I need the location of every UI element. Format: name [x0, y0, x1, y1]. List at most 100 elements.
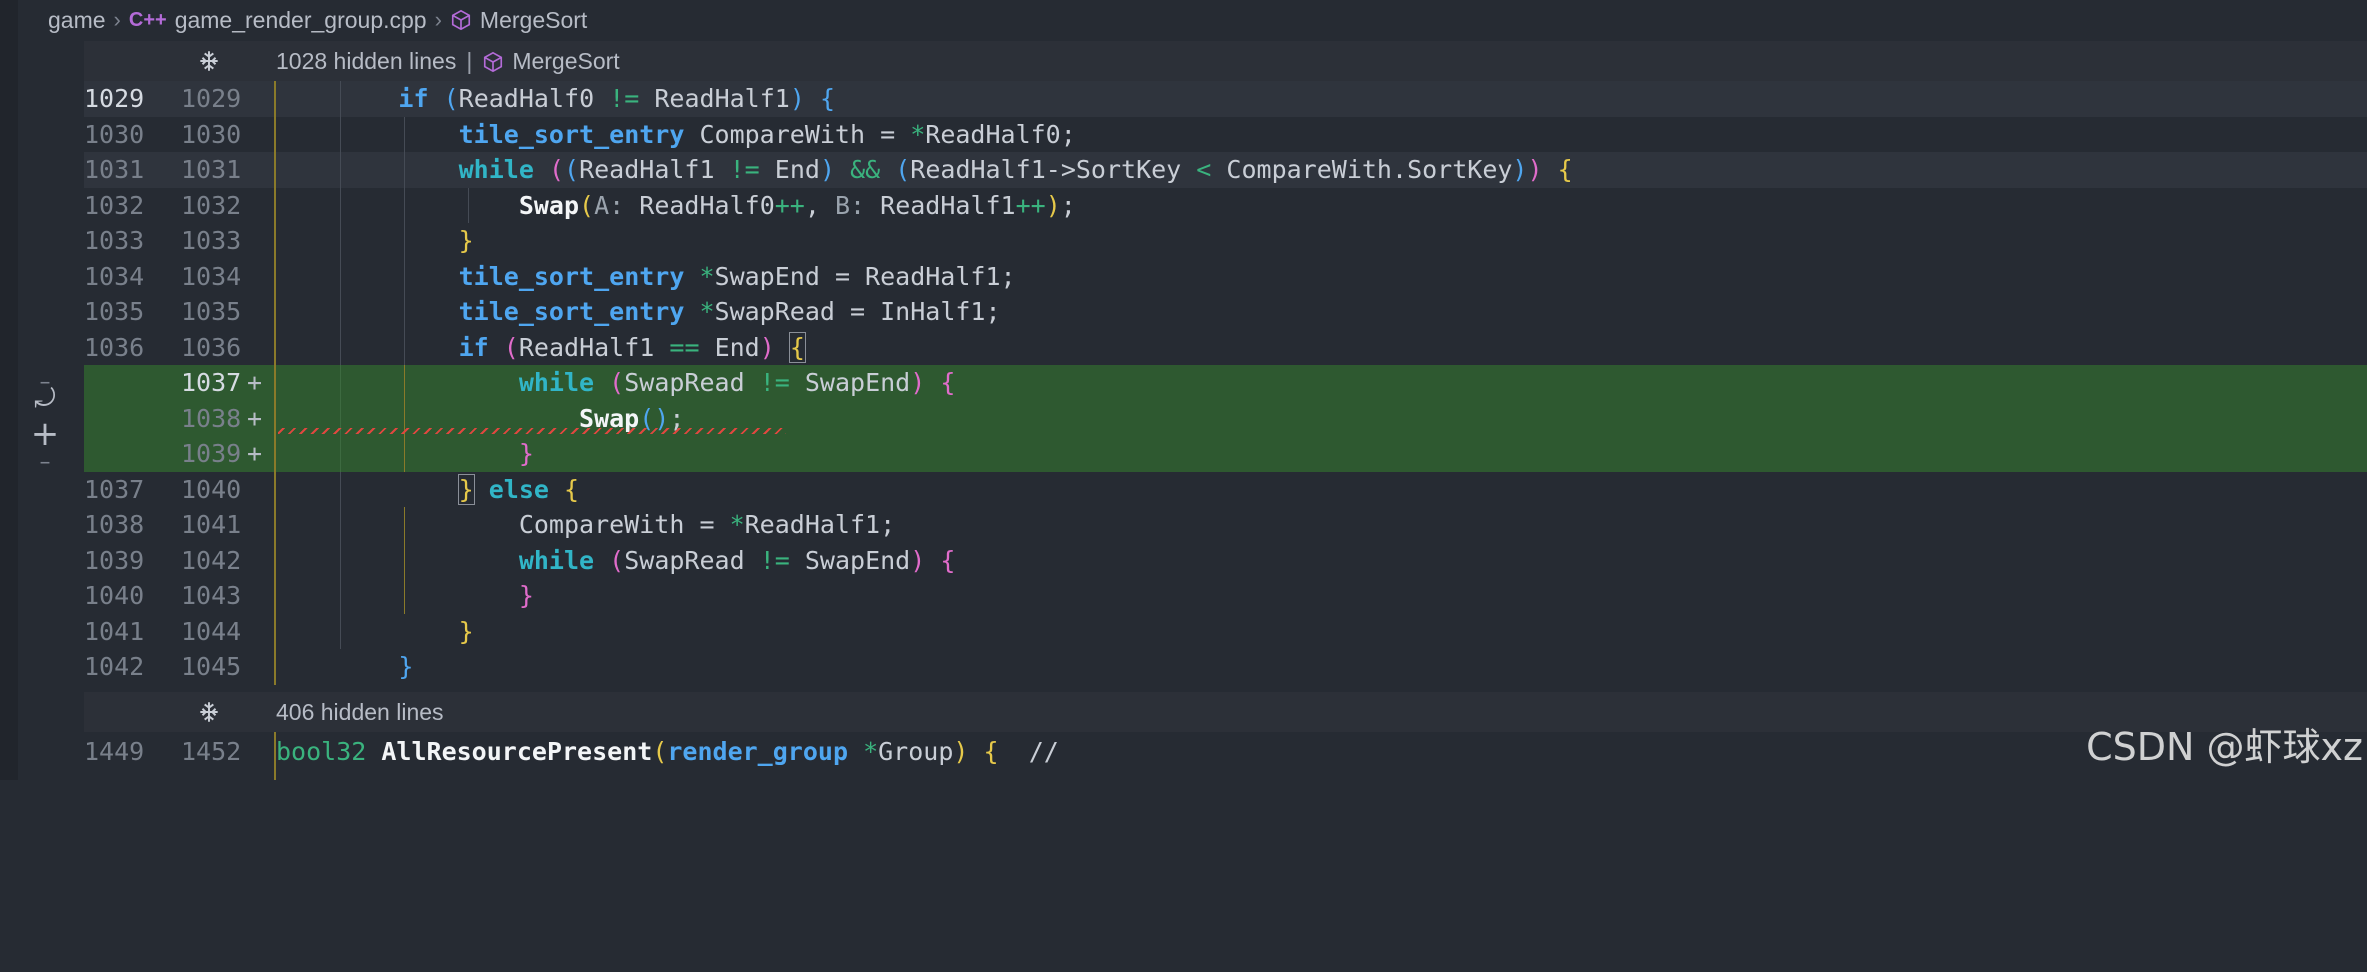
code-line[interactable]: 1030 1030 tile_sort_entry CompareWith = … — [84, 116, 2367, 152]
line-number-right: 1030 — [181, 119, 242, 149]
activity-bar — [0, 0, 18, 780]
breadcrumb-file[interactable]: game_render_group.cpp — [175, 7, 427, 34]
breadcrumb-symbol[interactable]: MergeSort — [480, 7, 587, 34]
line-number-right: 1452 — [181, 737, 242, 766]
line-number-right: 1037 — [181, 368, 242, 397]
code-editor[interactable]: 1029 1029 if (ReadHalf0 != ReadHalf1) { … — [84, 81, 2367, 691]
hidden-lines-count: 406 hidden lines — [276, 699, 444, 725]
line-number-left: 1042 — [84, 652, 145, 681]
code-line[interactable]: 1039 1042 while (SwapRead != SwapEnd) { — [84, 542, 2367, 578]
line-number-right: 1045 — [181, 652, 242, 681]
code-line[interactable]: 1034 1034 tile_sort_entry *SwapEnd = Rea… — [84, 258, 2367, 294]
line-number-right: 1044 — [181, 616, 242, 646]
breadcrumb: game › C++ game_render_group.cpp › Merge… — [18, 0, 2367, 40]
code-text: Swap(A: ReadHalf0++, B: ReadHalf1++); — [518, 190, 1076, 220]
code-text: bool32 AllResourcePresent(render_group *… — [276, 737, 1059, 766]
code-line[interactable]: 1032 1032 Swap(A: ReadHalf0++, B: ReadHa… — [84, 187, 2367, 223]
scope-guide — [274, 152, 276, 188]
line-number-right: 1041 — [181, 510, 242, 539]
scope-guide — [274, 223, 276, 259]
code-text: CompareWith = *ReadHalf1; — [518, 510, 896, 539]
scope-guide — [274, 542, 276, 578]
code-text: } — [458, 616, 474, 646]
line-number-left: 1035 — [84, 297, 145, 326]
code-line[interactable]: 1041 1044 } — [84, 613, 2367, 649]
scope-guide — [274, 471, 276, 507]
scope-guide — [274, 578, 276, 614]
line-number-left: 1036 — [84, 332, 145, 362]
breadcrumb-folder[interactable]: game — [48, 7, 106, 34]
line-number-right: 1038 — [181, 403, 242, 433]
add-change-icon[interactable]: + — [30, 414, 60, 454]
scope-guide — [274, 329, 276, 365]
hidden-lines-bar-bottom[interactable]: 406 hidden lines — [84, 692, 2367, 732]
line-number-left: 1037 — [84, 474, 145, 504]
added-marker: + — [247, 403, 263, 433]
line-number-right: 1033 — [181, 226, 242, 255]
scope-guide — [274, 613, 276, 649]
scope-guide — [274, 258, 276, 294]
code-line[interactable]: 1031 1031 while ((ReadHalf1 != End) && (… — [84, 152, 2367, 188]
scope-guide — [274, 507, 276, 543]
hidden-lines-count: 1028 hidden lines — [276, 48, 457, 74]
scope-guide — [274, 649, 276, 685]
line-number-right: 1029 — [181, 84, 242, 113]
line-number-left: 1031 — [84, 155, 145, 184]
code-text: tile_sort_entry CompareWith = *ReadHalf0… — [458, 119, 1076, 149]
line-number-right: 1039 — [181, 439, 242, 468]
line-number-right: 1042 — [181, 545, 242, 575]
chevron-right-icon: › — [434, 7, 442, 32]
line-number-left: 1040 — [84, 581, 145, 610]
code-line[interactable]: 1035 1035 tile_sort_entry *SwapRead = In… — [84, 294, 2367, 330]
scope-guide — [274, 365, 276, 401]
scope-guide — [274, 116, 276, 152]
error-squiggle[interactable] — [278, 427, 786, 434]
scope-guide — [274, 400, 276, 436]
code-line-added[interactable]: 1039 + } — [84, 436, 2367, 472]
line-number-right: 1043 — [181, 581, 242, 610]
line-number-right: 1031 — [181, 155, 242, 184]
code-text: tile_sort_entry *SwapEnd = ReadHalf1; — [458, 261, 1016, 291]
unfold-icon[interactable] — [196, 699, 222, 725]
code-line[interactable]: 1038 1041 CompareWith = *ReadHalf1; — [84, 507, 2367, 543]
line-number-left: 1029 — [84, 84, 145, 113]
code-line[interactable]: 1037 1040 } else { — [84, 471, 2367, 507]
code-text: } — [518, 439, 534, 468]
scope-guide — [274, 436, 276, 472]
line-number-left: 1033 — [84, 226, 145, 255]
method-cube-icon — [484, 51, 503, 72]
code-line-added[interactable]: 1037 + while (SwapRead != SwapEnd) { — [84, 365, 2367, 401]
code-text: tile_sort_entry *SwapRead = InHalf1; — [458, 297, 1001, 326]
code-line-added[interactable]: 1038 + Swap(); — [84, 400, 2367, 436]
code-line[interactable]: 1036 1036 if (ReadHalf1 == End) { — [84, 329, 2367, 365]
code-line[interactable]: 1042 1045 } — [84, 649, 2367, 685]
code-text: } — [458, 226, 474, 255]
code-text: if (ReadHalf1 == End) { — [458, 331, 806, 363]
added-marker: + — [247, 368, 263, 397]
diff-controls: – ⤾ + – — [30, 370, 60, 480]
code-text: while ((ReadHalf1 != End) && (ReadHalf1-… — [458, 155, 1573, 184]
line-number-right: 1034 — [181, 261, 242, 291]
code-text: } else { — [457, 473, 580, 505]
code-text: while (SwapRead != SwapEnd) { — [518, 368, 956, 397]
divider: | — [466, 48, 473, 74]
chevron-right-icon: › — [113, 7, 121, 32]
scope-guide — [274, 187, 276, 223]
code-text: } — [398, 652, 414, 681]
separator-mark: – — [39, 450, 51, 475]
code-line[interactable]: 1040 1043 } — [84, 578, 2367, 614]
line-number-left: 1038 — [84, 510, 145, 539]
revert-change-icon[interactable]: ⤾ — [30, 384, 60, 415]
line-number-right: 1032 — [181, 190, 242, 220]
watermark: CSDN @虾球xz — [2086, 725, 2363, 769]
code-line[interactable]: 1033 1033 } — [84, 223, 2367, 259]
code-line[interactable]: 1449 1452 bool32 AllResourcePresent(rend… — [84, 732, 2367, 780]
line-number-right: 1040 — [181, 474, 242, 504]
hidden-lines-bar-top[interactable]: 1028 hidden lines | MergeSort — [84, 41, 2367, 81]
code-line[interactable]: 1029 1029 if (ReadHalf0 != ReadHalf1) { — [84, 81, 2367, 117]
line-number-right: 1036 — [181, 332, 242, 362]
code-text: } — [518, 581, 534, 610]
unfold-icon[interactable] — [196, 48, 222, 74]
line-number-left: 1449 — [84, 737, 145, 766]
scope-guide — [274, 81, 276, 117]
